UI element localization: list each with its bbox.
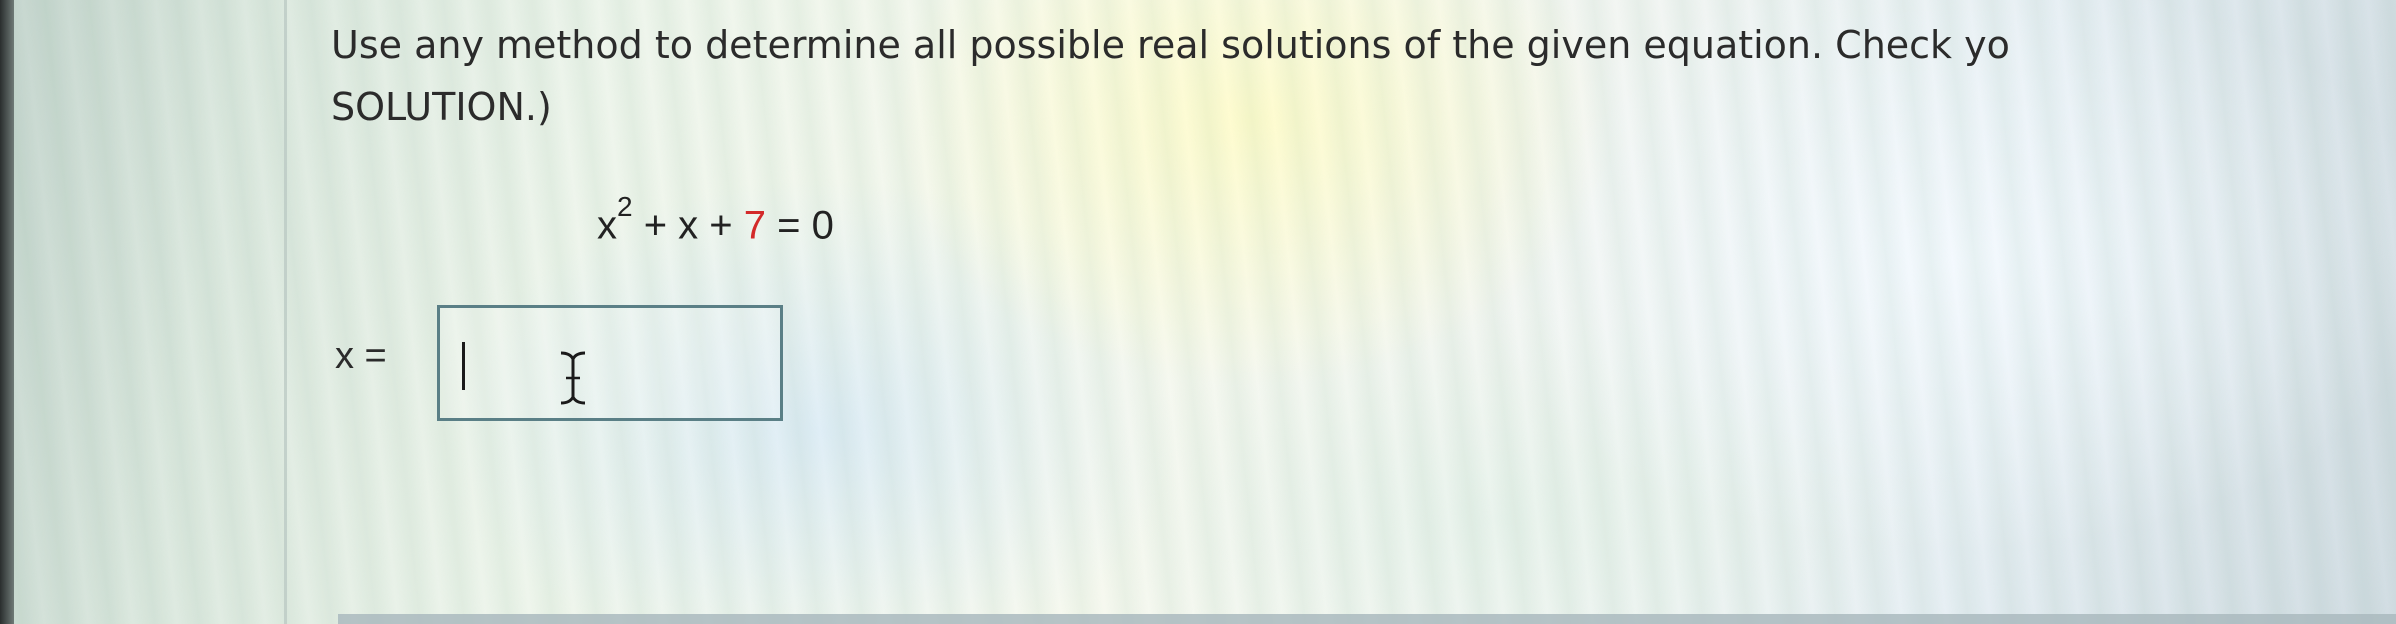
monitor-bezel — [0, 0, 14, 624]
instruction-line-1: Use any method to determine all possible… — [331, 23, 2010, 67]
equation-middle: + x + — [632, 203, 744, 248]
text-caret — [462, 342, 465, 390]
question-panel: Use any method to determine all possible… — [331, 14, 2396, 594]
equation-exponent: 2 — [617, 191, 633, 222]
answer-label: x = — [335, 335, 387, 377]
question-instructions: Use any method to determine all possible… — [331, 14, 2396, 138]
equation-variable: x — [597, 203, 617, 248]
bottom-divider — [338, 614, 2396, 624]
answer-input[interactable] — [437, 305, 783, 421]
i-beam-cursor-icon — [560, 351, 586, 405]
equation-tail: = 0 — [766, 203, 834, 248]
equation-constant: 7 — [743, 203, 766, 248]
equation: x2 + x + 7 = 0 — [597, 191, 834, 248]
instruction-line-2: SOLUTION.) — [331, 85, 552, 129]
left-margin-rule — [284, 0, 287, 624]
